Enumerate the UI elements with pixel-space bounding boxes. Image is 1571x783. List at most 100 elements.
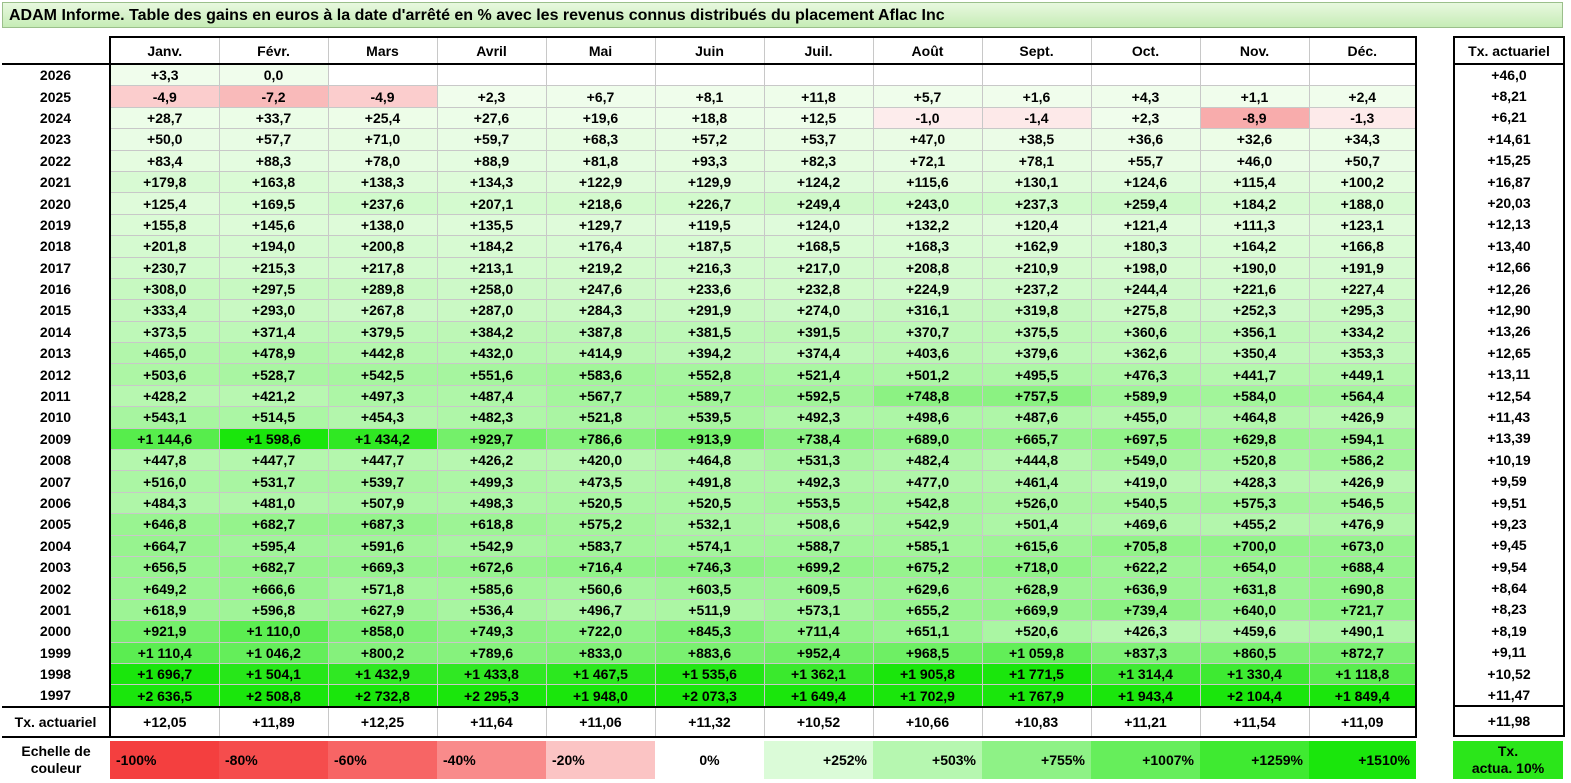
value-cell: +615,6 xyxy=(981,534,1092,557)
legend-swatch: +1510% xyxy=(1309,741,1416,779)
month-header: Avril xyxy=(436,36,547,65)
value-cell: +28,7 xyxy=(109,106,220,130)
value-cell: +571,8 xyxy=(327,577,438,600)
year-cell: 2025 xyxy=(39,88,72,105)
value-cell: +651,1 xyxy=(872,620,983,643)
value-cell: +1 905,8 xyxy=(872,662,983,686)
table-row: 2001 +618,9 +596,8 +627,9 +536,4 +496,7 +511,9… xyxy=(2,598,1417,622)
actuarial-cell: +10,19 xyxy=(1453,449,1565,471)
value-cell: +1 046,2 xyxy=(218,641,329,664)
value-cell: +687,3 xyxy=(327,513,438,536)
value-cell: +2 732,8 xyxy=(327,684,438,708)
value-cell: +589,7 xyxy=(654,384,765,408)
value-cell: +618,8 xyxy=(436,513,547,536)
value-cell: +631,8 xyxy=(1199,577,1310,600)
value-cell: +78,1 xyxy=(981,149,1092,172)
value-cell: +384,2 xyxy=(436,320,547,344)
value-cell: +121,4 xyxy=(1090,213,1201,237)
year-cell: 2022 xyxy=(39,152,72,169)
value-cell: +952,4 xyxy=(763,641,874,664)
value-cell: +379,6 xyxy=(981,342,1092,365)
year-cell: 2012 xyxy=(39,366,72,383)
value-cell: +1 144,6 xyxy=(109,427,220,451)
value-cell: +124,2 xyxy=(763,170,874,194)
value-cell: +542,9 xyxy=(872,513,983,536)
value-cell: +129,9 xyxy=(654,170,765,194)
value-cell: +122,9 xyxy=(545,170,656,194)
value-cell: +564,4 xyxy=(1308,384,1417,408)
value-cell: +168,5 xyxy=(763,235,874,258)
value-cell: +705,8 xyxy=(1090,534,1201,557)
value-cell: +291,9 xyxy=(654,299,765,322)
value-cell: +476,9 xyxy=(1308,513,1417,536)
value-cell: +333,4 xyxy=(109,299,220,322)
month-header: Sept. xyxy=(981,36,1092,65)
value-cell: +57,7 xyxy=(218,128,329,151)
value-cell: +682,7 xyxy=(218,513,329,536)
actuarial-table: Tx. actuariel +46,0 +8,21 +6,21 +14,61 +15,2… xyxy=(1453,36,1565,737)
value-cell: +628,9 xyxy=(981,577,1092,600)
actuarial-cell: +12,54 xyxy=(1453,384,1565,407)
value-cell: +592,5 xyxy=(763,384,874,408)
value-cell: +249,4 xyxy=(763,192,874,215)
value-cell: +872,7 xyxy=(1308,641,1417,664)
year-cell: 2004 xyxy=(39,537,72,554)
actuarial-cell: +9,11 xyxy=(1453,641,1565,663)
page-title: ADAM Informe. Table des gains en euros à… xyxy=(2,2,1563,28)
value-cell: +2,3 xyxy=(436,85,547,108)
value-cell: +120,4 xyxy=(981,213,1092,237)
value-cell: +498,3 xyxy=(436,491,547,515)
value-cell: +722,0 xyxy=(545,620,656,643)
value-cell: +191,9 xyxy=(1308,256,1417,279)
value-cell: +627,9 xyxy=(327,598,438,622)
value-cell: +461,4 xyxy=(981,470,1092,493)
value-cell: -1,4 xyxy=(981,106,1092,130)
value-cell: +1 432,9 xyxy=(327,662,438,686)
value-cell: +375,5 xyxy=(981,320,1092,344)
year-cell: 2016 xyxy=(39,281,72,298)
value-cell: +1 771,5 xyxy=(981,662,1092,686)
table-row: 2004 +664,7 +595,4 +591,6 +542,9 +583,7 +574,1… xyxy=(2,534,1417,557)
month-header: Mai xyxy=(545,36,656,65)
month-header: Oct. xyxy=(1090,36,1201,65)
actuarial-cell: +11,47 xyxy=(1453,684,1565,706)
actuarial-footer: +11,98 xyxy=(1453,704,1565,737)
value-cell: +482,3 xyxy=(436,406,547,429)
year-cell: 2021 xyxy=(39,174,72,191)
value-cell: +2 508,8 xyxy=(218,684,329,708)
value-cell: +274,0 xyxy=(763,299,874,322)
value-cell: +145,6 xyxy=(218,213,329,237)
actuarial-cell: +12,13 xyxy=(1453,213,1565,236)
value-cell: +38,5 xyxy=(981,128,1092,151)
table-row: 2021 +179,8 +163,8 +138,3 +134,3 +122,9 +129,9… xyxy=(2,170,1417,194)
value-cell: +666,6 xyxy=(218,577,329,600)
value-cell: +233,6 xyxy=(654,277,765,301)
value-cell: +289,8 xyxy=(327,277,438,301)
value-cell: +481,0 xyxy=(218,491,329,515)
value-cell: +93,3 xyxy=(654,149,765,172)
value-cell: +82,3 xyxy=(763,149,874,172)
value-cell: +55,7 xyxy=(1090,149,1201,172)
value-cell: +162,9 xyxy=(981,235,1092,258)
value-cell: +654,0 xyxy=(1199,555,1310,579)
table-row: 2019 +155,8 +145,6 +138,0 +135,5 +129,7 +119,5… xyxy=(2,213,1417,237)
year-cell: 2013 xyxy=(39,345,72,362)
value-cell: +187,5 xyxy=(654,235,765,258)
value-cell: +447,7 xyxy=(218,449,329,472)
value-cell: +543,1 xyxy=(109,406,220,429)
table-row: 2023 +50,0 +57,7 +71,0 +59,7 +68,3 +57,2 +53,7 +… xyxy=(2,128,1417,151)
value-cell: +362,6 xyxy=(1090,342,1201,365)
value-cell: +115,6 xyxy=(872,170,983,194)
value-cell: +88,3 xyxy=(218,149,329,172)
value-cell: +454,3 xyxy=(327,406,438,429)
value-cell: +244,4 xyxy=(1090,277,1201,301)
value-cell: +125,4 xyxy=(109,192,220,215)
value-cell: +539,7 xyxy=(327,470,438,493)
color-scale-legend: Echelle de couleur -100% -80% -60% -40% -20%… xyxy=(2,741,1416,779)
value-cell xyxy=(763,63,874,87)
value-cell: +387,8 xyxy=(545,320,656,344)
value-cell: +622,2 xyxy=(1090,555,1201,579)
table-row: 2009 +1 144,6 +1 598,6 +1 434,2 +929,7 +786,6… xyxy=(2,427,1417,451)
value-cell: +1 059,8 xyxy=(981,641,1092,664)
footer-value: +11,89 xyxy=(218,705,329,738)
